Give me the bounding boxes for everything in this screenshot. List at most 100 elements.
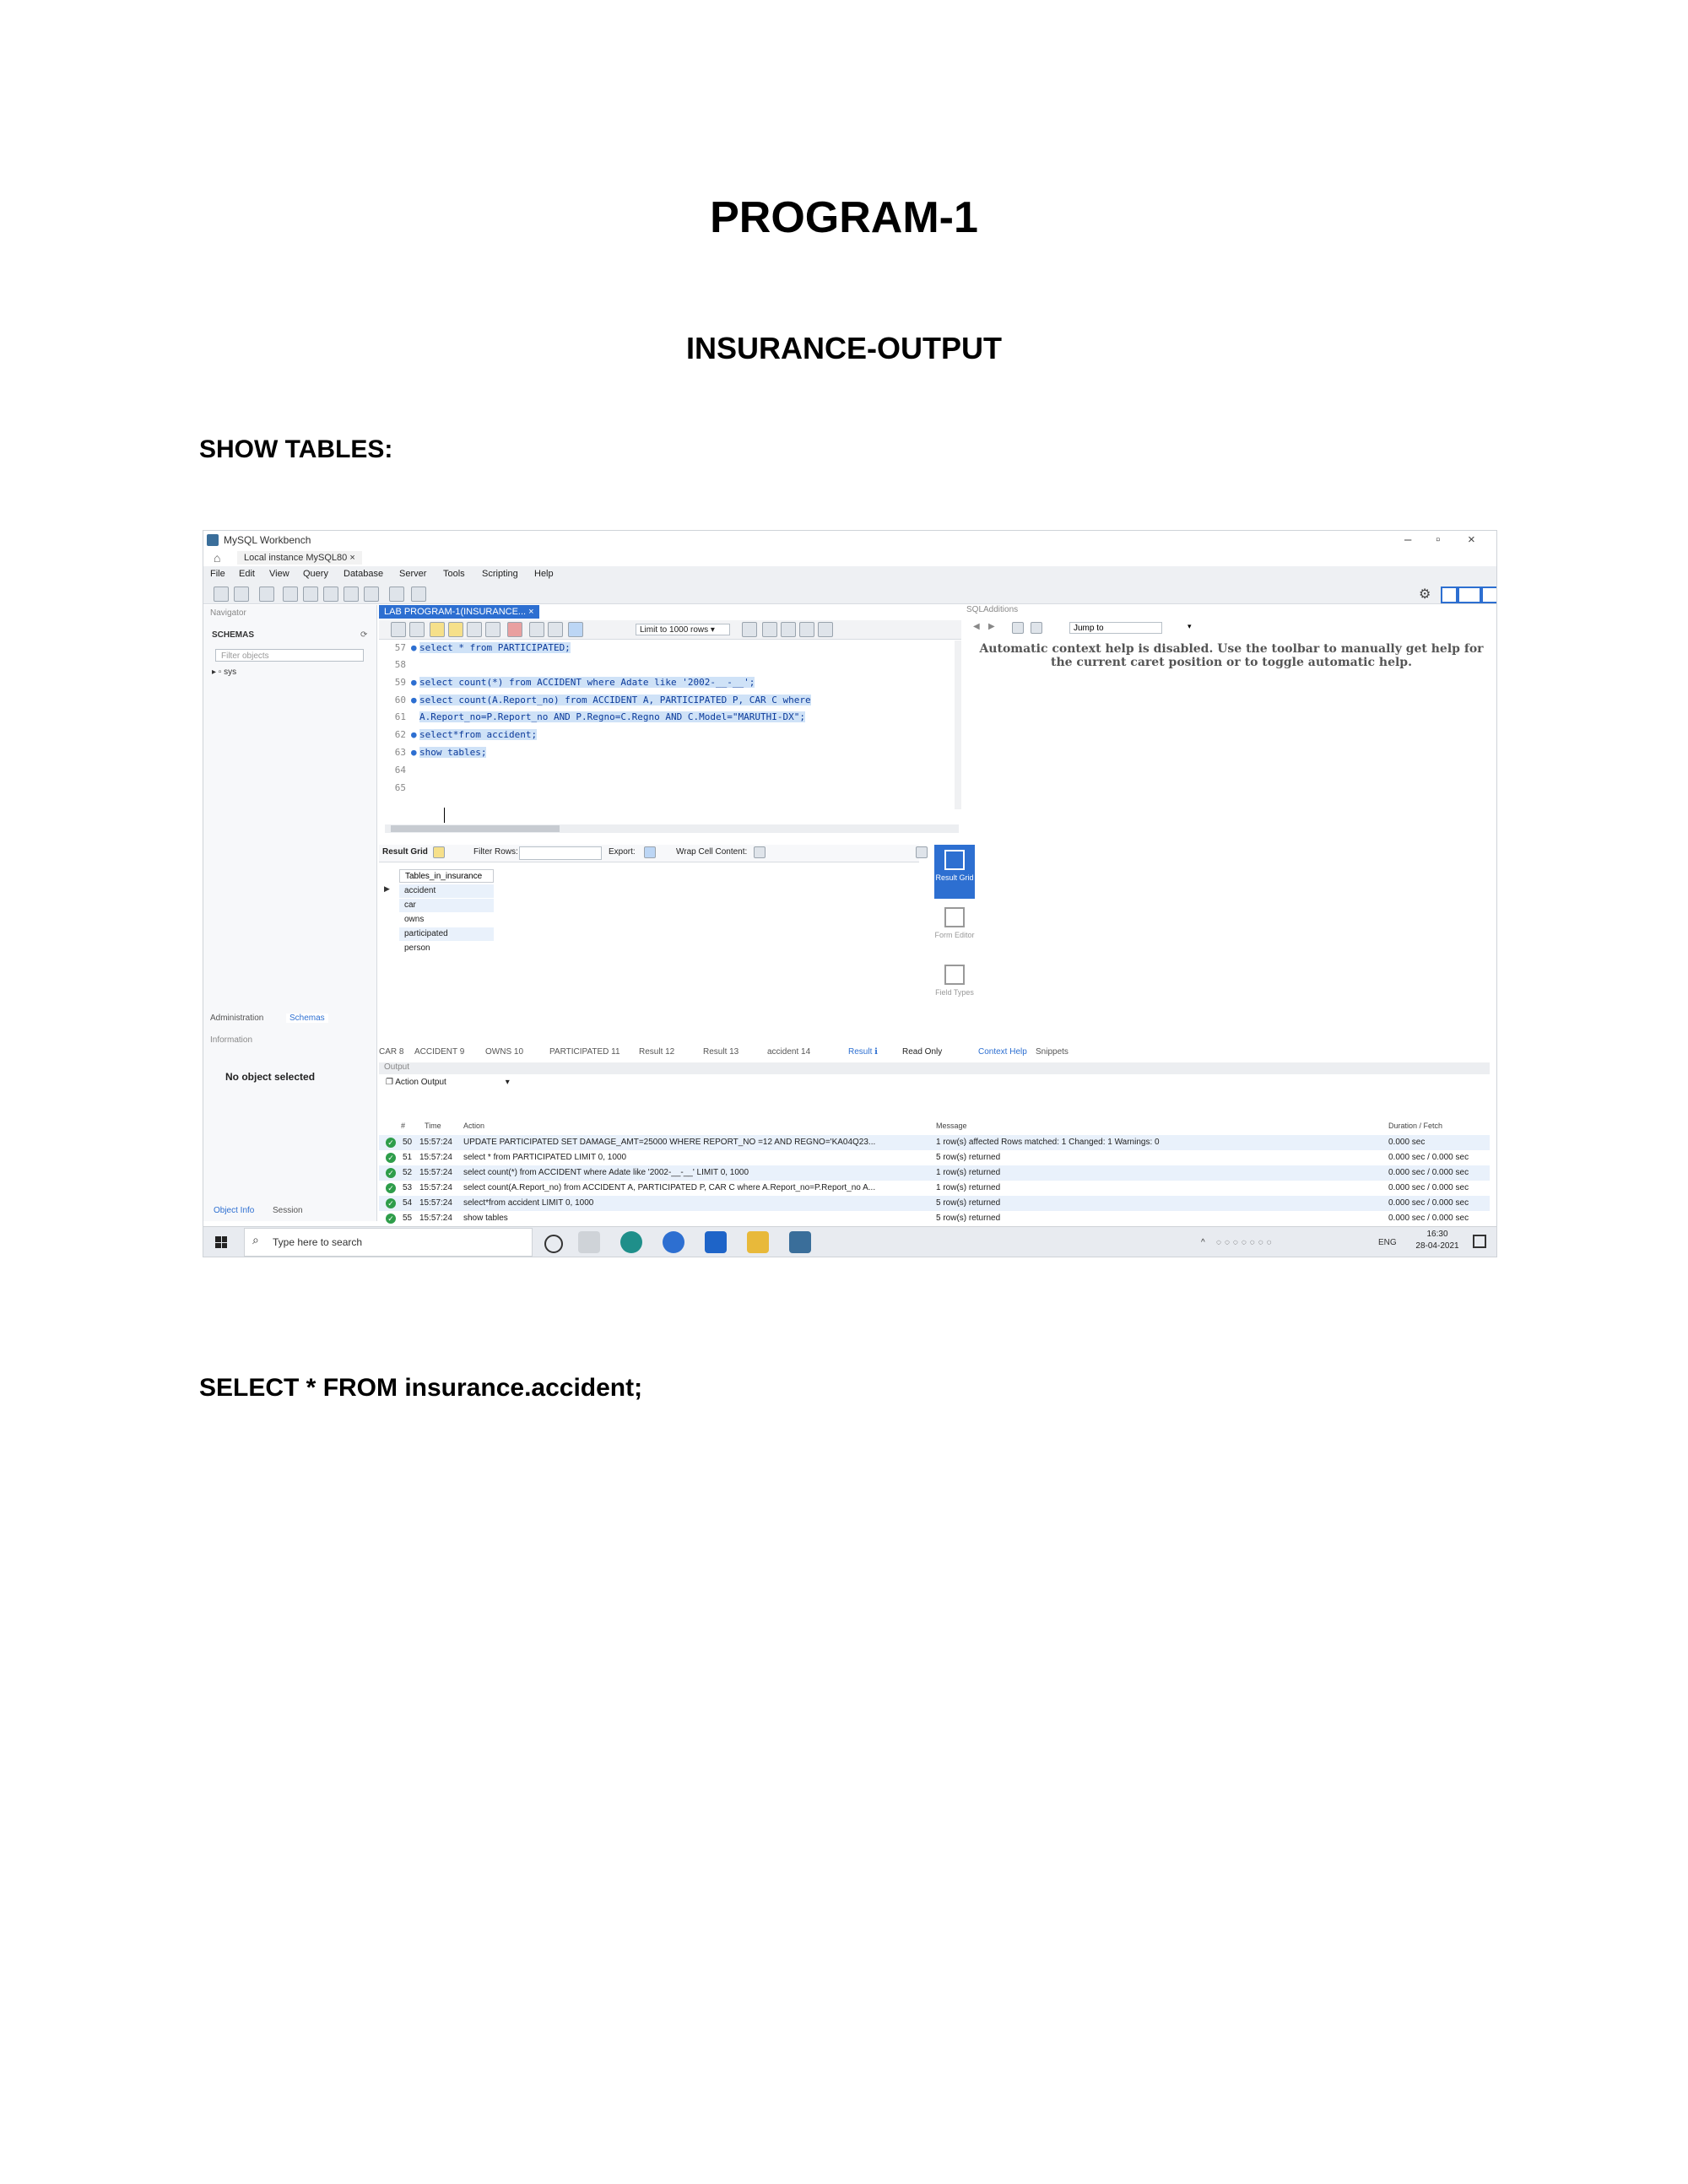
table-row[interactable]: participated <box>399 927 494 941</box>
commit-icon[interactable] <box>529 622 544 637</box>
toggle-output-icon[interactable] <box>1458 587 1481 603</box>
refresh-icon[interactable]: ⟳ <box>360 630 367 640</box>
filter-objects-input[interactable]: Filter objects <box>215 649 364 662</box>
manual-help-icon[interactable] <box>1012 622 1024 634</box>
limit-rows-select[interactable]: Limit to 1000 rows ▾ <box>636 624 730 635</box>
wrap-cell-icon[interactable] <box>754 846 766 858</box>
clock-time[interactable]: 16:30 <box>1412 1230 1463 1239</box>
gear-icon[interactable]: ⚙ <box>1419 586 1431 603</box>
new-sql-tab-icon[interactable] <box>214 587 229 602</box>
connection-tab[interactable]: Local instance MySQL80 × <box>237 551 362 565</box>
grid-icon[interactable] <box>433 846 445 858</box>
tab-snippets[interactable]: Snippets <box>1036 1047 1069 1057</box>
tab-result-13[interactable]: Result 13 <box>703 1047 738 1057</box>
file-explorer-icon[interactable] <box>747 1231 769 1253</box>
schema-item-sys[interactable]: ▸ ▫ sys <box>212 668 236 677</box>
stop-icon[interactable] <box>485 622 500 637</box>
form-editor-button[interactable]: Form Editor <box>934 902 975 956</box>
tab-schemas[interactable]: Schemas <box>286 1014 328 1023</box>
open-file-icon[interactable] <box>391 622 406 637</box>
output-row[interactable]: ✓ 54 15:57:24 select*from accident LIMIT 0,… <box>379 1196 1490 1211</box>
result-grid-button[interactable]: Result Grid <box>934 845 975 899</box>
output-row[interactable]: ✓ 51 15:57:24 select * from PARTICIPATED… <box>379 1150 1490 1165</box>
menu-file[interactable]: File <box>210 569 225 579</box>
open-sql-script-icon[interactable] <box>234 587 249 602</box>
output-row[interactable]: ✓ 50 15:57:24 UPDATE PARTICIPATED SET DA… <box>379 1135 1490 1150</box>
toggle-panel-icon[interactable] <box>916 846 928 858</box>
scrollbar-thumb[interactable] <box>391 825 560 832</box>
system-tray-icons[interactable]: ◌◌◌◌◌◌◌ <box>1216 1238 1368 1247</box>
find-icon[interactable] <box>781 622 796 637</box>
chevron-up-icon[interactable]: ^ <box>1201 1238 1205 1247</box>
execute-current-icon[interactable] <box>448 622 463 637</box>
mysql-workbench-taskbar-icon[interactable] <box>789 1231 811 1253</box>
search-table-data-icon[interactable] <box>389 587 404 602</box>
autocommit-icon[interactable] <box>568 622 583 637</box>
table-row[interactable]: car <box>399 899 494 912</box>
export-icon[interactable] <box>644 846 656 858</box>
output-row[interactable]: ✓ 55 15:57:24 show tables 5 row(s) returned 0… <box>379 1211 1490 1226</box>
create-table-icon[interactable] <box>303 587 318 602</box>
query-tab[interactable]: LAB PROGRAM-1(INSURANCE... × <box>379 605 539 619</box>
menu-tools[interactable]: Tools <box>443 569 465 579</box>
create-view-icon[interactable] <box>323 587 338 602</box>
home-icon[interactable]: ⌂ <box>214 551 220 565</box>
explain-icon[interactable] <box>467 622 482 637</box>
action-output-select[interactable]: ❐ Action Output ▾ <box>379 1078 510 1087</box>
close-button[interactable]: × <box>1468 532 1475 547</box>
back-icon[interactable]: ◀ <box>973 622 980 631</box>
menu-edit[interactable]: Edit <box>239 569 255 579</box>
edge-browser-icon[interactable] <box>620 1231 642 1253</box>
chevron-down-icon[interactable]: ▾ <box>1188 622 1192 631</box>
tab-accident-14[interactable]: accident 14 <box>767 1047 810 1057</box>
menu-query[interactable]: Query <box>303 569 328 579</box>
filter-rows-input[interactable] <box>519 846 602 860</box>
tab-session[interactable]: Session <box>273 1206 303 1215</box>
create-procedure-icon[interactable] <box>344 587 359 602</box>
auto-help-icon[interactable] <box>1031 622 1042 634</box>
rollback-icon[interactable] <box>548 622 563 637</box>
expand-arrow-icon[interactable]: ▸ ▫ <box>212 668 224 677</box>
clock-date[interactable]: 28-04-2021 <box>1412 1241 1463 1251</box>
close-tab-icon[interactable]: × <box>349 553 354 563</box>
tab-result[interactable]: Result ℹ <box>848 1047 878 1057</box>
menu-scripting[interactable]: Scripting <box>482 569 518 579</box>
close-tab-icon[interactable]: × <box>526 607 533 617</box>
editor-vertical-scrollbar[interactable] <box>955 641 961 809</box>
create-function-icon[interactable] <box>364 587 379 602</box>
tab-car[interactable]: CAR 8 <box>379 1047 403 1057</box>
field-types-button[interactable]: Field Types <box>934 960 975 1010</box>
invisible-chars-icon[interactable] <box>799 622 814 637</box>
maximize-button[interactable]: ▫ <box>1436 532 1440 547</box>
toggle-secondary-sidebar-icon[interactable] <box>1481 587 1496 603</box>
tab-accident-9[interactable]: ACCIDENT 9 <box>414 1047 464 1057</box>
menu-view[interactable]: View <box>269 569 289 579</box>
inspector-icon[interactable] <box>259 587 274 602</box>
toggle-error-icon[interactable] <box>507 622 522 637</box>
tab-participated[interactable]: PARTICIPATED 11 <box>549 1047 620 1057</box>
tab-result-12[interactable]: Result 12 <box>639 1047 674 1057</box>
forward-icon[interactable]: ▶ <box>988 622 995 631</box>
table-row[interactable]: person <box>399 942 494 955</box>
mail-icon[interactable] <box>705 1231 727 1253</box>
save-icon[interactable] <box>409 622 425 637</box>
minimize-button[interactable]: – <box>1404 532 1411 547</box>
execute-icon[interactable] <box>430 622 445 637</box>
table-row[interactable]: accident <box>399 884 494 898</box>
menu-database[interactable]: Database <box>344 569 383 579</box>
column-header[interactable]: Tables_in_insurance <box>399 869 494 883</box>
language-indicator[interactable]: ENG <box>1378 1238 1397 1247</box>
wrap-lines-icon[interactable] <box>818 622 833 637</box>
table-row[interactable]: owns <box>399 913 494 927</box>
tab-context-help[interactable]: Context Help <box>978 1047 1027 1057</box>
windows-start-icon[interactable] <box>215 1236 227 1248</box>
beautify-icon[interactable] <box>742 622 757 637</box>
jump-to-select[interactable]: Jump to <box>1069 622 1162 634</box>
task-view-icon[interactable] <box>578 1231 600 1253</box>
output-row[interactable]: ✓ 52 15:57:24 select count(*) from ACCIDENT… <box>379 1165 1490 1181</box>
create-schema-icon[interactable] <box>283 587 298 602</box>
output-row[interactable]: ✓ 53 15:57:24 select count(A.Report_no) fro… <box>379 1181 1490 1196</box>
tab-object-info[interactable]: Object Info <box>214 1206 254 1215</box>
safari-icon[interactable] <box>663 1231 684 1253</box>
menu-help[interactable]: Help <box>534 569 554 579</box>
